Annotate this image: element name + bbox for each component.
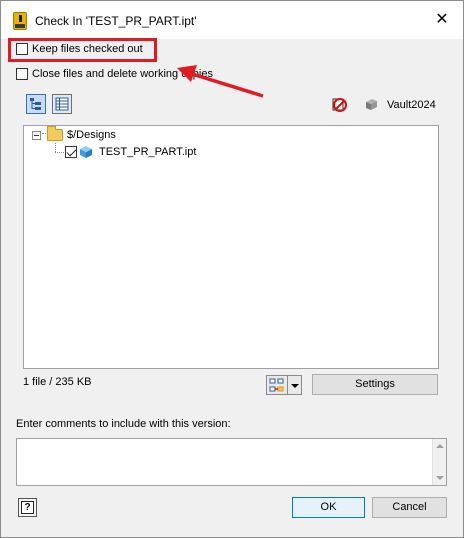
file-tree: $/Designs TEST_PR_PART.ipt — [23, 125, 439, 369]
folder-icon — [47, 126, 63, 141]
help-button[interactable]: ? — [18, 498, 37, 517]
close-and-delete-option[interactable]: Close files and delete working copies — [16, 68, 213, 80]
tree-root-label: $/Designs — [67, 129, 116, 141]
view-options-button[interactable] — [266, 375, 288, 395]
offline-status-icon[interactable] — [331, 96, 347, 112]
list-view-button[interactable] — [52, 94, 72, 114]
tree-file-label: TEST_PR_PART.ipt — [99, 146, 197, 158]
scroll-up-icon[interactable] — [436, 444, 444, 448]
vault-server-icon — [366, 99, 377, 110]
file-summary: 1 file / 235 KB — [23, 376, 92, 388]
window-title: Check In 'TEST_PR_PART.ipt' — [35, 14, 197, 28]
scroll-down-icon[interactable] — [436, 476, 444, 480]
list-view-icon — [55, 97, 69, 111]
comments-scrollbar[interactable] — [432, 439, 446, 485]
cancel-button[interactable]: Cancel — [372, 497, 447, 518]
file-include-checkbox[interactable] — [65, 146, 77, 158]
view-options-icon — [269, 378, 284, 392]
part-file-icon — [80, 146, 92, 158]
close-and-delete-checkbox[interactable] — [16, 68, 28, 80]
tree-file-node[interactable]: TEST_PR_PART.ipt — [65, 145, 196, 159]
comments-label: Enter comments to include with this vers… — [16, 418, 231, 430]
collapse-icon[interactable] — [32, 130, 41, 140]
comments-input[interactable] — [16, 438, 447, 486]
settings-button[interactable]: Settings — [312, 374, 438, 395]
vault-app-icon — [13, 12, 27, 30]
tree-root-node[interactable]: $/Designs — [32, 126, 116, 141]
vault-name: Vault2024 — [387, 99, 436, 111]
chevron-down-icon[interactable] — [288, 375, 302, 395]
title-bar: Check In 'TEST_PR_PART.ipt' ✕ — [1, 1, 463, 39]
view-options-dropdown[interactable] — [266, 375, 304, 395]
vault-status-area — [331, 96, 379, 112]
close-button[interactable]: ✕ — [433, 11, 451, 29]
tree-view-icon — [30, 98, 41, 110]
tree-view-button[interactable] — [26, 94, 46, 114]
highlight-box — [8, 38, 157, 62]
help-icon: ? — [21, 501, 34, 514]
check-in-dialog: Check In 'TEST_PR_PART.ipt' ✕ Keep files… — [0, 0, 464, 538]
close-and-delete-label: Close files and delete working copies — [32, 68, 213, 80]
ok-button[interactable]: OK — [292, 497, 365, 518]
